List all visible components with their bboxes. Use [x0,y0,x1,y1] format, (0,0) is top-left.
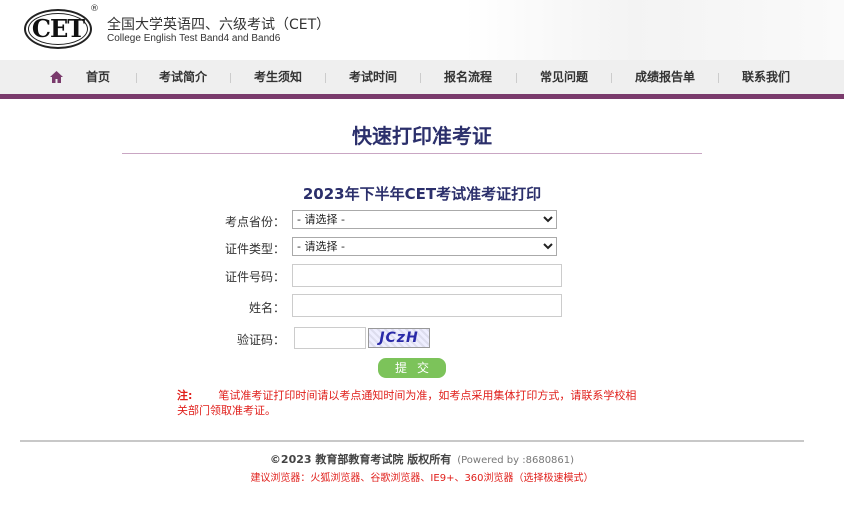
idtype-label: 证件类型： [224,242,285,256]
nav-separator [516,73,517,83]
nav-contact[interactable]: 联系我们 [742,60,790,94]
footer-divider [20,440,804,442]
site-title-cn: 全国大学英语四、六级考试（CET） [107,17,331,33]
nav-score-report[interactable]: 成绩报告单 [635,60,695,94]
nav-separator [136,73,137,83]
name-label: 姓名： [248,301,285,315]
main-nav: 首页 考试简介 考生须知 考试时间 报名流程 常见问题 成绩报告单 联系我们 [0,60,844,94]
nav-separator [230,73,231,83]
title-divider [122,153,702,154]
nav-exam-time[interactable]: 考试时间 [349,60,397,94]
province-select[interactable]: - 请选择 - [292,210,557,229]
page-title: 快速打印准考证 [352,124,492,148]
header: CET ® 全国大学英语四、六级考试（CET） College English … [0,0,844,60]
home-icon[interactable] [50,71,63,83]
nav-separator [325,73,326,83]
province-label: 考点省份： [224,215,285,229]
captcha-input[interactable] [294,327,366,349]
nav-exam-intro[interactable]: 考试简介 [159,60,207,94]
nav-separator [718,73,719,83]
nav-faq[interactable]: 常见问题 [540,60,588,94]
captcha-label: 验证码： [236,333,285,347]
print-notice: 注: 笔试准考证打印时间请以考点通知时间为准，如考点采用集体打印方式，请联系学校相… [177,388,647,418]
note-prefix: 注: [177,389,193,402]
footer-copyright: ©2023 教育部教育考试院 版权所有 (Powered by :8680861) [0,451,844,467]
site-title-en: College English Test Band4 and Band6 [107,33,281,44]
name-input[interactable] [292,294,562,317]
nav-separator [420,73,421,83]
cet-logo[interactable]: CET [24,9,92,49]
browser-recommendation: 建议浏览器：火狐浏览器、谷歌浏览器、IE9+、360浏览器（选择极速模式） [250,473,594,484]
captcha-image[interactable]: JCzH [368,328,430,348]
idnum-input[interactable] [292,264,562,287]
registered-mark: ® [90,4,99,14]
idnum-label: 证件号码： [224,270,285,284]
nav-registration[interactable]: 报名流程 [444,60,492,94]
idtype-select[interactable]: - 请选择 - [292,237,557,256]
form-subtitle: 2023年下半年CET考试准考证打印 [302,185,542,203]
header-decoration [520,0,680,60]
powered-by: (Powered by :8680861) [457,455,575,466]
copyright-text: ©2023 教育部教育考试院 版权所有 [269,453,452,466]
note-text: 笔试准考证打印时间请以考点通知时间为准，如考点采用集体打印方式，请联系学校相关部… [177,389,637,417]
accent-bar [0,94,844,99]
submit-button[interactable]: 提交 [378,358,446,378]
nav-candidate-notice[interactable]: 考生须知 [254,60,302,94]
nav-separator [611,73,612,83]
nav-home[interactable]: 首页 [86,60,110,94]
